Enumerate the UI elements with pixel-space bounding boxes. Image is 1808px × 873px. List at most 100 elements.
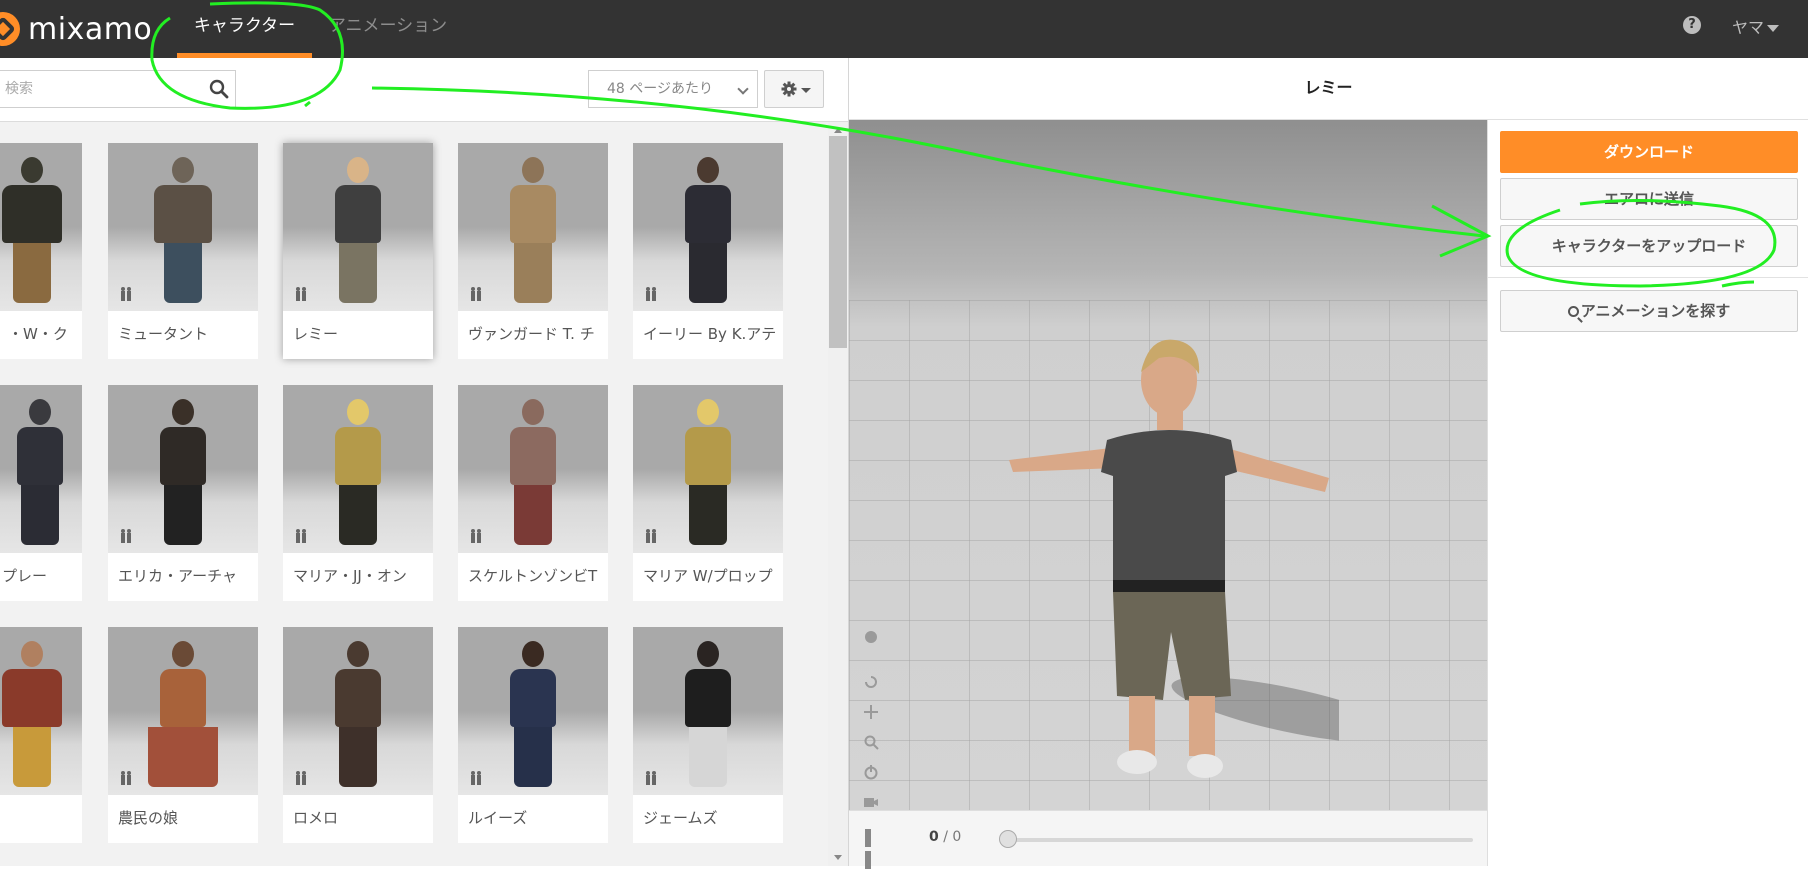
search-icon	[1567, 306, 1579, 317]
tab-animations[interactable]: アニメーション	[328, 0, 448, 58]
character-card[interactable]: ロメロ	[283, 627, 433, 843]
character-name: ロメロ	[293, 809, 339, 827]
character-thumbnail	[458, 385, 608, 553]
character-thumbnail	[283, 627, 433, 795]
character-thumbnail	[108, 385, 258, 553]
character-name: マリア・JJ・オン	[293, 567, 407, 585]
character-icon	[121, 287, 131, 301]
viewer-toolbar	[863, 630, 885, 810]
playback-bar: 0 / 0	[849, 810, 1487, 869]
character-name: エリカ・アーチャ	[118, 567, 237, 585]
user-menu[interactable]: ヤマ	[1732, 14, 1780, 38]
character-icon	[296, 529, 306, 543]
zoom-icon[interactable]	[863, 734, 879, 750]
character-thumbnail	[283, 385, 433, 553]
character-card[interactable]: エリカ・アーチャ	[108, 385, 258, 601]
character-card[interactable]: ・W・ク	[0, 143, 82, 359]
character-name: レミー	[293, 325, 339, 343]
character-name: マリア W/プロップ	[643, 567, 773, 585]
character-icon	[646, 287, 656, 301]
frame-separator: /	[938, 829, 953, 845]
camera-icon[interactable]	[863, 794, 879, 810]
frame-total: 0	[952, 829, 962, 845]
character-card[interactable]: イーリー By K.アテ	[633, 143, 783, 359]
character-card[interactable]: プレー	[0, 385, 82, 601]
gear-icon	[781, 81, 797, 97]
character-name: ヴァンガード T. チ	[468, 325, 595, 343]
timeline-scrubber[interactable]	[999, 830, 1017, 848]
character-icon	[121, 529, 131, 543]
per-page-label: 48 ページあたり	[607, 81, 713, 97]
character-icon	[646, 529, 656, 543]
mixamo-logo[interactable]: mixamo	[0, 10, 152, 48]
character-card-selected[interactable]: レミー	[283, 143, 433, 359]
character-thumbnail	[108, 143, 258, 311]
settings-button[interactable]	[764, 70, 824, 108]
character-icon	[121, 771, 131, 785]
character-thumbnail	[633, 627, 783, 795]
scroll-thumb[interactable]	[829, 136, 847, 348]
character-icon	[471, 771, 481, 785]
character-thumbnail	[633, 143, 783, 311]
character-thumbnail	[458, 627, 608, 795]
action-panel: ダウンロード エアロに送信 キャラクターをアップロード アニメーションを探す	[1487, 120, 1808, 866]
character-thumbnail	[633, 385, 783, 553]
scroll-down-arrow-icon[interactable]	[834, 855, 842, 860]
divider	[1488, 277, 1808, 278]
send-to-aero-button[interactable]: エアロに送信	[1500, 178, 1798, 220]
rotate-icon[interactable]	[863, 674, 879, 690]
character-card[interactable]: ヴァンガード T. チ	[458, 143, 608, 359]
chevron-down-icon	[801, 88, 811, 93]
character-icon	[296, 771, 306, 785]
character-name: ミュータント	[118, 325, 209, 343]
character-thumbnail	[108, 627, 258, 795]
help-icon[interactable]: ?	[1683, 16, 1701, 34]
character-card[interactable]: マリア・JJ・オン	[283, 385, 433, 601]
character-name: 農民の娘	[118, 809, 179, 827]
character-card[interactable]: ジェームズ	[633, 627, 783, 843]
search-input[interactable]	[0, 71, 191, 107]
per-page-select[interactable]: 48 ページあたり	[588, 70, 758, 108]
download-button[interactable]: ダウンロード	[1500, 131, 1798, 173]
character-name: スケルトンゾンビT	[468, 567, 598, 585]
character-grid: ・W・ク ミュータント レミー ヴァンガード T. チ イーリー By K.アテ…	[0, 122, 828, 866]
search-icon[interactable]	[209, 79, 229, 99]
character-thumbnail	[0, 385, 82, 553]
character-card[interactable]: ミュータント	[108, 143, 258, 359]
scroll-up-arrow-icon[interactable]	[834, 128, 842, 133]
search-box	[0, 70, 236, 108]
reset-icon[interactable]	[863, 764, 879, 780]
character-thumbnail	[283, 143, 433, 311]
character-card[interactable]: マリア W/プロップ	[633, 385, 783, 601]
3d-viewport[interactable]	[849, 120, 1487, 810]
character-icon	[471, 529, 481, 543]
chevron-down-icon	[1767, 25, 1780, 32]
grid-scrollbar[interactable]	[828, 122, 848, 866]
character-name: イーリー By K.アテ	[643, 325, 777, 343]
character-card[interactable]: 農民の娘	[108, 627, 258, 843]
character-icon	[471, 287, 481, 301]
tab-characters[interactable]: キャラクター	[177, 0, 312, 58]
find-animations-button[interactable]: アニメーションを探す	[1500, 290, 1798, 332]
upload-character-button[interactable]: キャラクターをアップロード	[1500, 225, 1798, 267]
browser-toolbar: 48 ページあたり	[0, 58, 848, 122]
character-name: ルイーズ	[468, 809, 528, 827]
character-icon	[646, 771, 656, 785]
user-name: ヤマ	[1732, 18, 1765, 37]
character-browser: 48 ページあたり ・W・ク	[0, 58, 848, 866]
logo-text: mixamo	[28, 11, 153, 47]
character-card[interactable]: ルイーズ	[458, 627, 608, 843]
skeleton-icon[interactable]	[863, 630, 879, 646]
frame-current: 0	[929, 829, 939, 845]
frame-counter: 0 / 0	[929, 829, 961, 845]
character-thumbnail	[0, 143, 82, 311]
character-thumbnail	[458, 143, 608, 311]
character-model	[1009, 339, 1339, 778]
pause-icon[interactable]	[865, 829, 883, 869]
move-icon[interactable]	[863, 704, 879, 720]
find-animations-label: アニメーションを探す	[1580, 302, 1731, 320]
character-card[interactable]: スケルトンゾンビT	[458, 385, 608, 601]
timeline-track[interactable]	[1007, 838, 1473, 842]
character-card[interactable]	[0, 627, 82, 843]
top-nav-bar: mixamo キャラクター アニメーション ? ヤマ	[0, 0, 1808, 58]
